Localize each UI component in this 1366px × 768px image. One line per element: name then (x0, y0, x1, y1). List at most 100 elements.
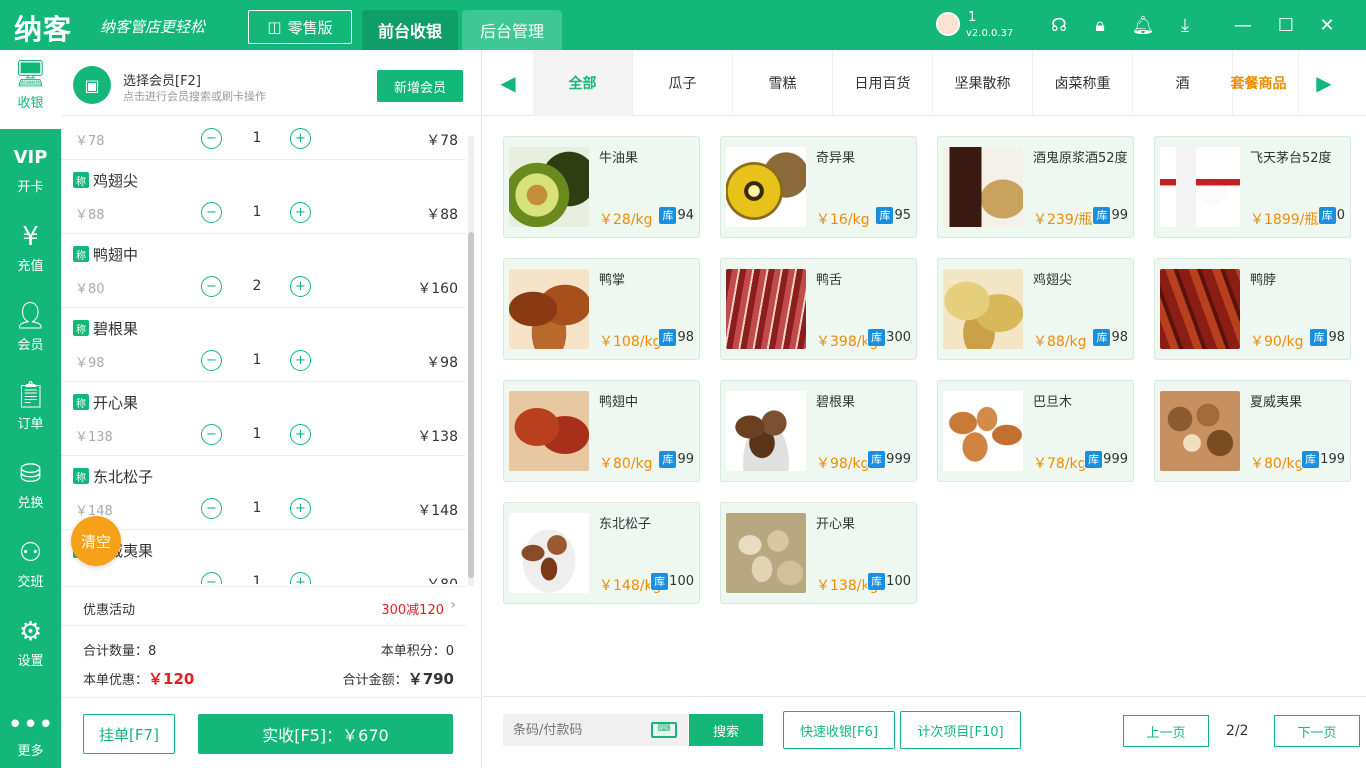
decrease-qty-button[interactable]: − (201, 498, 222, 519)
decrease-qty-button[interactable]: − (201, 424, 222, 445)
sidebar-item-label: 收银 (17, 96, 44, 111)
product-card[interactable]: 巴旦木 ￥78/kg 库 999 (937, 380, 1134, 482)
keyboard-icon[interactable]: ⌨ (651, 722, 677, 738)
close-icon[interactable]: ✕ (1314, 12, 1340, 38)
product-card[interactable]: 开心果 ￥138/kg 库 100 (720, 502, 917, 604)
product-card[interactable]: 鸭脖 ￥90/kg 库 98 (1154, 258, 1351, 360)
sidebar-item-more[interactable]: ••• 更多 (0, 710, 61, 768)
cart-item-qty[interactable]: 1 (247, 204, 267, 220)
amount-label: 合计金额： (342, 673, 408, 688)
lock-icon[interactable]: 🔒︎ (1087, 12, 1113, 38)
cart-scrollbar[interactable] (468, 136, 474, 586)
cart-row[interactable]: 称东北松子 ￥148−1 + ￥148 (61, 456, 466, 530)
download-icon[interactable]: ⤓ (1172, 12, 1198, 38)
category-tab[interactable]: 瓜子 (633, 50, 733, 116)
quick-cashier-button[interactable]: 快速收银[F6] (783, 711, 895, 749)
sidebar-item-cashier[interactable]: 🖥︎ 收银 (0, 50, 61, 129)
stock-badge: 库 (659, 329, 677, 346)
product-card[interactable]: 牛油果 ￥28/kg 库 94 (503, 136, 700, 238)
support-icon[interactable]: ☊ (1046, 12, 1072, 38)
pay-button[interactable]: 实收[F5]：￥670 (198, 714, 453, 754)
product-stock: 库 300 (867, 329, 911, 346)
category-prev-icon[interactable]: ◀ (483, 50, 533, 116)
cart-row[interactable]: 称开心果 ￥138 − 1 + ￥138 (61, 382, 466, 456)
sidebar-item-member[interactable]: 👤︎ 会员 (0, 292, 61, 371)
tab-back-office[interactable]: 后台管理 (462, 10, 562, 50)
product-card[interactable]: 碧根果 ￥98/kg 库 999 (720, 380, 917, 482)
bell-icon[interactable]: 🔔︎ (1130, 12, 1156, 38)
edition-button[interactable]: ◫ 零售版 (248, 10, 352, 44)
product-card[interactable]: 飞天茅台52度 ￥1899/瓶库 0 (1154, 136, 1351, 238)
product-price: ￥28/kg (599, 212, 653, 228)
decrease-qty-button[interactable]: − (201, 572, 222, 584)
count-items-button[interactable]: 计次项目[F10] (900, 711, 1021, 749)
cart-item-qty[interactable]: 1 (247, 130, 267, 146)
maximize-icon[interactable]: ☐ (1273, 12, 1299, 38)
member-select[interactable]: ▣ 选择会员[F2] 点击进行会员搜索或刷卡操作 新增会员 (61, 50, 482, 116)
cart-row[interactable]: 称碧根果 ￥98 − 1 + ￥98 (61, 308, 466, 382)
search-button[interactable]: 搜索 (689, 714, 763, 746)
sidebar-item-recharge[interactable]: ¥ 充值 (0, 213, 61, 292)
category-tab[interactable]: 套餐商品 (1219, 50, 1299, 116)
cart-item-qty[interactable]: 1 (247, 500, 267, 516)
cart-row[interactable]: 称鸭翅中 ￥80 − 2 + ￥160 (61, 234, 466, 308)
increase-qty-button[interactable]: + (290, 202, 311, 223)
increase-qty-button[interactable]: + (290, 498, 311, 519)
sidebar-item-orders[interactable]: 📋︎ 订单 (0, 371, 61, 450)
product-card[interactable]: 鸭掌 ￥108/kg 库 98 (503, 258, 700, 360)
category-tab[interactable]: 卤菜称重 (1033, 50, 1133, 116)
product-card[interactable]: 鸭舌 ￥398/kg 库 300 (720, 258, 917, 360)
next-page-button[interactable]: 下一页 (1274, 715, 1360, 747)
minimize-icon[interactable]: — (1230, 12, 1256, 38)
product-card[interactable]: 鸭翅中 ￥80/kg 库 99 (503, 380, 700, 482)
product-card[interactable]: 奇异果 ￥16/kg 库 95 (720, 136, 917, 238)
increase-qty-button[interactable]: + (290, 350, 311, 371)
hold-order-button[interactable]: 挂单[F7] (83, 714, 175, 754)
cart-item-qty[interactable]: 2 (247, 278, 267, 294)
product-price: ￥108/kg (599, 334, 662, 350)
stock-value: 999 (1103, 452, 1128, 467)
prev-page-button[interactable]: 上一页 (1123, 715, 1209, 747)
clear-cart-button[interactable]: 清空 (71, 516, 121, 566)
cart-item-name: 鸭翅中 (93, 246, 139, 264)
add-member-button[interactable]: 新增会员 (377, 70, 463, 102)
increase-qty-button[interactable]: + (290, 572, 311, 584)
increase-qty-button[interactable]: + (290, 424, 311, 445)
product-card[interactable]: 夏威夷果 ￥80/kg 库 199 (1154, 380, 1351, 482)
cart-item-qty[interactable]: 1 (247, 574, 267, 584)
product-card[interactable]: 酒鬼原浆酒52度 ￥239/瓶库 99 (937, 136, 1134, 238)
decrease-qty-button[interactable]: − (201, 128, 222, 149)
sidebar-item-shift[interactable]: ⚇ 交班 (0, 529, 61, 608)
increase-qty-button[interactable]: + (290, 276, 311, 297)
cart-row[interactable]: 称鸡翅尖 ￥88 − 1 + ￥88 (61, 160, 466, 234)
cart-item-name: 碧根果 (93, 320, 139, 338)
increase-qty-button[interactable]: + (290, 128, 311, 149)
category-tab[interactable]: 坚果散称 (933, 50, 1033, 116)
product-card[interactable]: 东北松子 ￥148/kg 库 100 (503, 502, 700, 604)
sidebar-item-settings[interactable]: ⚙ 设置 (0, 608, 61, 687)
sidebar-item-label: 兑换 (17, 496, 44, 511)
category-tab[interactable]: 雪糕 (733, 50, 833, 116)
cart-item-qty[interactable]: 1 (247, 352, 267, 368)
sidebar-item-exchange[interactable]: ⛁ 兑换 (0, 450, 61, 529)
scroll-thumb[interactable] (468, 232, 474, 578)
stock-value: 0 (1336, 208, 1345, 223)
cart-row[interactable]: 称夏威夷果−1+￥80 (61, 530, 466, 584)
decrease-qty-button[interactable]: − (201, 276, 222, 297)
decrease-qty-button[interactable]: − (201, 350, 222, 371)
stock-badge: 库 (868, 573, 886, 590)
bag-icon: ◫ (267, 18, 282, 36)
category-next-icon[interactable]: ▶ (1299, 50, 1349, 116)
decrease-qty-button[interactable]: − (201, 202, 222, 223)
promotion-row[interactable]: 优惠活动 300减120 › (61, 586, 466, 626)
user-info[interactable]: 1 v2.0.0.37 (936, 10, 1016, 42)
product-card[interactable]: 鸡翅尖 ￥88/kg 库 98 (937, 258, 1134, 360)
cart-item-qty[interactable]: 1 (247, 426, 267, 442)
category-tab[interactable]: 全部 (533, 50, 633, 116)
category-tab[interactable]: 酒 (1133, 50, 1233, 116)
category-tab[interactable]: 日用百货 (833, 50, 933, 116)
cart-row[interactable]: ￥78 − 1 + ￥78 (61, 116, 466, 160)
stock-value: 199 (1320, 452, 1345, 467)
sidebar-item-open-card[interactable]: VIP 开卡 (0, 134, 61, 213)
tab-front-cashier[interactable]: 前台收银 (362, 10, 458, 50)
